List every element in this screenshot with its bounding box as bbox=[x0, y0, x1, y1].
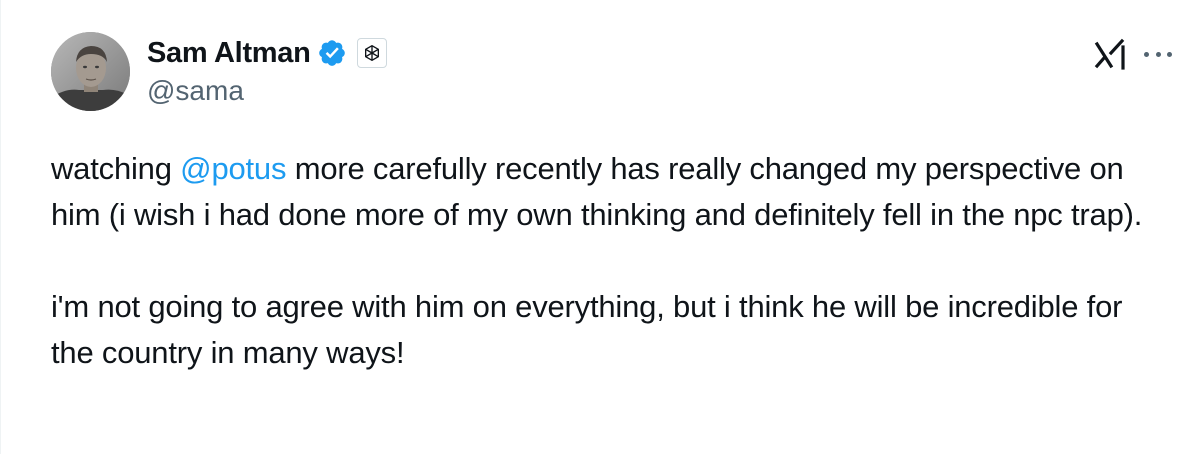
tweet-text: watching @potus more carefully recently … bbox=[51, 146, 1161, 376]
more-dot bbox=[1155, 51, 1161, 57]
author-handle[interactable]: @sama bbox=[147, 74, 244, 108]
author-display-name[interactable]: Sam Altman bbox=[147, 36, 311, 70]
more-dot bbox=[1167, 51, 1172, 57]
mention-link[interactable]: @potus bbox=[180, 151, 286, 186]
grok-icon[interactable] bbox=[1093, 37, 1129, 73]
tweet-paragraph-1: watching @potus more carefully recently … bbox=[51, 146, 1161, 238]
avatar[interactable] bbox=[51, 32, 130, 111]
author-name-row: Sam Altman bbox=[147, 36, 387, 70]
tweet-card: Sam Altman @sama watching @potus more ca… bbox=[0, 0, 1182, 454]
verified-badge-icon[interactable] bbox=[317, 38, 347, 68]
avatar-photo bbox=[51, 32, 130, 111]
more-options-icon[interactable] bbox=[1141, 42, 1175, 66]
tweet-text-segment: watching bbox=[51, 151, 181, 186]
more-dot bbox=[1144, 51, 1149, 57]
openai-logo-icon[interactable] bbox=[356, 38, 387, 68]
tweet-paragraph-2: i'm not going to agree with him on every… bbox=[51, 289, 1123, 370]
